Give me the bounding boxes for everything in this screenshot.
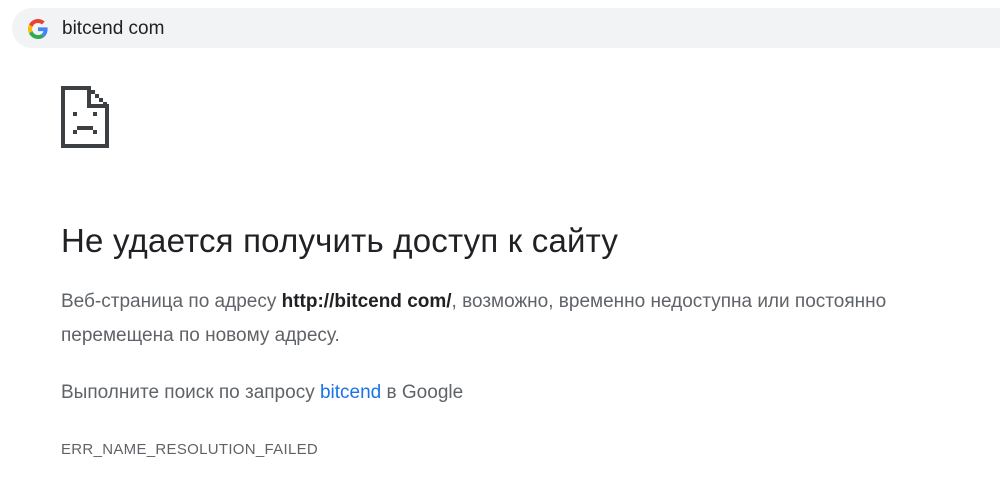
error-description: Веб-страница по адресу http://bitcend co…: [61, 285, 961, 353]
search-suggestion: Выполните поиск по запросу bitcend в Goo…: [61, 378, 463, 408]
error-title: Не удается получить доступ к сайту: [61, 222, 619, 259]
suggest-prefix: Выполните поиск по запросу: [61, 382, 320, 403]
google-g-icon: [28, 19, 48, 39]
suggest-suffix: в Google: [381, 382, 464, 403]
address-bar-text[interactable]: bitcend com: [62, 18, 164, 40]
sad-page-icon: [61, 86, 109, 148]
address-bar[interactable]: bitcend com: [12, 8, 1000, 48]
desc-prefix: Веб-страница по адресу: [61, 291, 282, 312]
browser-page: bitcend com Не удается получить доступ к…: [0, 0, 1000, 479]
desc-url: http://bitcend com/: [281, 291, 452, 312]
error-code: ERR_NAME_RESOLUTION_FAILED: [61, 441, 319, 458]
search-link[interactable]: bitcend: [320, 382, 381, 403]
